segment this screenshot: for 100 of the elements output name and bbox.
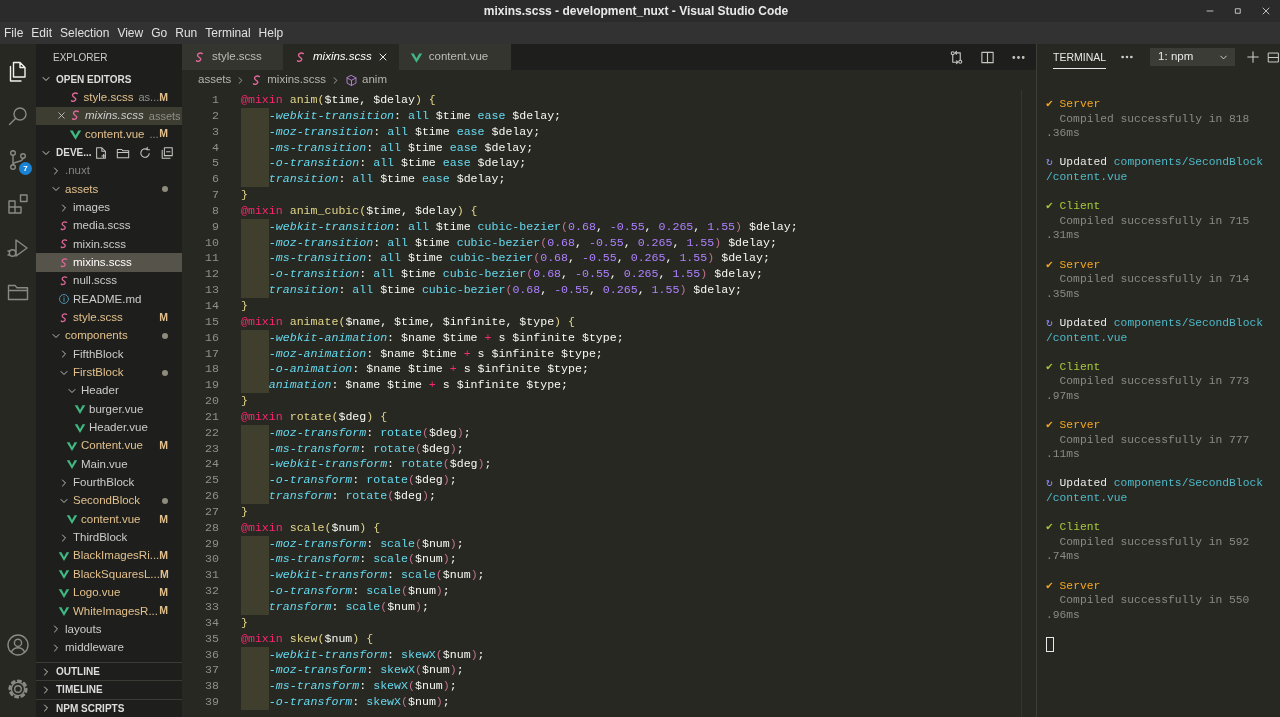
tree-item[interactable]: Header.vue <box>36 418 182 437</box>
collapse-all-icon[interactable] <box>160 145 174 160</box>
menu-item[interactable]: File <box>0 24 28 42</box>
modified-dot <box>162 333 168 339</box>
menu-item[interactable]: View <box>113 24 148 42</box>
add-terminal-icon[interactable] <box>1246 50 1260 64</box>
squiggle-icon <box>58 219 70 232</box>
tree-item[interactable]: ThirdBlock <box>36 528 182 547</box>
open-editor-item[interactable]: content.vue ...M <box>36 125 182 144</box>
line-number: 28 <box>204 519 219 536</box>
tree-item[interactable]: style.scss M <box>36 308 182 327</box>
tree-item[interactable]: Content.vue M <box>36 436 182 456</box>
tree-item[interactable]: SecondBlock <box>36 491 182 511</box>
line-number: 6 <box>211 171 219 188</box>
tree-item[interactable]: components <box>36 326 182 346</box>
tree-item[interactable]: BlackImagesRi...M <box>36 546 182 566</box>
menu-item[interactable]: Terminal <box>201 24 255 42</box>
squiggle-icon <box>69 109 82 123</box>
close-icon[interactable] <box>1260 5 1272 17</box>
refresh-icon[interactable] <box>138 145 152 160</box>
open-editor-item[interactable]: style.scss as...M <box>36 88 182 107</box>
line-number: 23 <box>204 440 219 457</box>
menu-item[interactable]: Edit <box>27 24 57 42</box>
editor-tab[interactable]: mixins.scss <box>283 44 399 70</box>
tree-item[interactable]: Header <box>36 381 182 401</box>
status-letter: M <box>159 511 168 527</box>
code-line: } <box>241 297 248 314</box>
squiggle-icon <box>294 50 307 64</box>
tree-item[interactable]: README.md <box>36 290 182 309</box>
check-mark: ✔ <box>1046 521 1053 534</box>
section-header[interactable]: OPEN EDITORS <box>36 70 182 89</box>
tree-item[interactable]: content.vue M <box>36 510 182 529</box>
breadcrumb-item[interactable]: mixins.scss <box>246 71 331 89</box>
tree-item[interactable]: burger.vue <box>36 400 182 419</box>
line-number: 33 <box>204 599 219 615</box>
tree-item[interactable]: FifthBlock <box>36 345 182 364</box>
file-path: /content.vue <box>1046 170 1128 183</box>
line-number: 35 <box>204 630 219 647</box>
line-number: 37 <box>204 662 219 679</box>
v-icon <box>409 50 423 64</box>
account-icon[interactable] <box>6 633 30 657</box>
tree-item[interactable]: FirstBlock <box>36 363 182 382</box>
log-label: Server <box>1059 579 1101 592</box>
tree-item[interactable]: BlackSquaresL...M <box>36 565 182 584</box>
tree-item[interactable]: WhiteImagesR...M <box>36 601 182 621</box>
menu-item[interactable]: Selection <box>56 24 114 42</box>
open-editor-item[interactable]: mixins.scss assets <box>36 106 182 126</box>
count-badge: 7 <box>19 162 32 175</box>
split-terminal-icon[interactable] <box>1267 50 1280 64</box>
tree-item[interactable]: assets <box>36 180 182 199</box>
tree-item[interactable]: middleware <box>36 638 182 657</box>
tree-item[interactable]: null.scss <box>36 271 182 291</box>
line-number: 39 <box>204 694 219 710</box>
tree-item[interactable]: Main.vue <box>36 455 182 474</box>
check-mark: ✔ <box>1046 419 1053 432</box>
tree-item[interactable]: media.scss <box>36 216 182 236</box>
tree-item[interactable]: .nuxt <box>36 161 182 181</box>
log-label: Client <box>1059 200 1101 213</box>
breadcrumb-item[interactable]: anim <box>341 71 391 89</box>
extensions-icon[interactable] <box>6 192 30 216</box>
menu-item[interactable]: Go <box>147 24 172 42</box>
file-description: as... <box>138 90 160 106</box>
log-label: Updated <box>1059 156 1108 169</box>
search-icon[interactable] <box>6 104 30 128</box>
log-text: .74ms <box>1046 550 1080 563</box>
tree-item[interactable]: Logo.vue M <box>36 583 182 602</box>
split-editor-icon[interactable] <box>980 49 995 65</box>
tree-item[interactable]: images <box>36 198 182 217</box>
maximize-icon[interactable] <box>1232 5 1244 17</box>
editor-tab[interactable]: content.vue <box>398 44 511 70</box>
file-path: components/SecondBlock <box>1113 316 1263 329</box>
tree-item[interactable]: layouts <box>36 620 182 639</box>
line-number: 24 <box>204 456 219 473</box>
code-line: @mixin skew($num) { <box>241 630 374 647</box>
close-icon[interactable] <box>56 110 67 122</box>
line-number: 21 <box>204 408 219 425</box>
log-text: .35ms <box>1046 287 1080 300</box>
tree-item[interactable]: mixin.scss <box>36 235 182 254</box>
v-icon <box>58 586 70 599</box>
menu-item[interactable]: Run <box>171 24 202 42</box>
settings-icon[interactable] <box>6 677 30 701</box>
new-file-icon[interactable] <box>94 145 108 160</box>
terminal-select[interactable]: 1: npm <box>1150 48 1235 66</box>
tree-item[interactable]: FourthBlock <box>36 473 182 492</box>
squiggle-icon <box>58 256 70 269</box>
breadcrumb-item[interactable]: assets <box>194 71 236 89</box>
menu-item[interactable]: Help <box>254 24 288 42</box>
line-number: 3 <box>211 123 219 140</box>
tree-item[interactable]: mixins.scss <box>36 253 182 272</box>
log-text: Compiled successfully in 714 <box>1059 273 1250 286</box>
section-header[interactable]: DEVE... <box>36 143 182 162</box>
v-icon <box>74 403 86 416</box>
compare-icon[interactable] <box>949 49 964 65</box>
line-number: 2 <box>211 107 219 124</box>
v-icon <box>66 458 78 471</box>
v-icon <box>58 568 70 581</box>
run-debug-icon[interactable] <box>6 236 30 260</box>
editor-tab[interactable]: style.scss <box>182 44 283 70</box>
log-text: Compiled successfully in 715 <box>1059 214 1250 227</box>
panel-tab[interactable]: TERMINAL <box>1053 44 1107 70</box>
